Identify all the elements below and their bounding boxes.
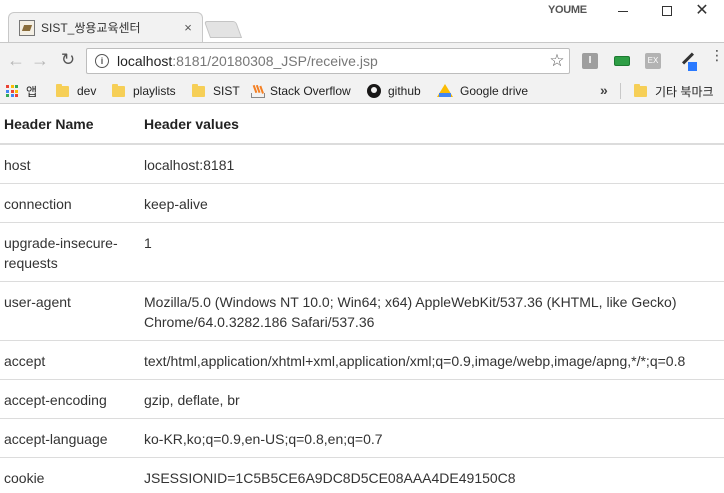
header-value-cell: text/html,application/xhtml+xml,applicat…	[140, 340, 724, 380]
header-name-cell: accept-language	[0, 418, 140, 458]
header-name-cell: accept	[0, 340, 140, 380]
bookmark-stackoverflow[interactable]: Stack Overflow	[250, 82, 351, 100]
folder-icon	[192, 83, 205, 97]
bookmarks-bar: 앱 dev playlists SIST Stack Overflow gith…	[0, 78, 724, 104]
table-header-row: Header Name Header values	[0, 105, 724, 145]
header-value-cell: Mozilla/5.0 (Windows NT 10.0; Win64; x64…	[140, 281, 724, 341]
bookmark-label: Google drive	[460, 84, 529, 98]
other-bookmarks-label: 기타 북마크	[655, 84, 714, 99]
header-name-cell: accept-encoding	[0, 379, 140, 419]
bookmark-label: github	[388, 84, 421, 98]
browser-toolbar: ← → ↻ i localhost:8181/20180308_JSP/rece…	[0, 42, 724, 78]
address-bar[interactable]: i localhost:8181/20180308_JSP/receive.js…	[86, 48, 570, 74]
bookmark-label: playlists	[133, 84, 176, 98]
headers-table: Header Name Header values host localhost…	[0, 105, 724, 493]
folder-icon	[56, 83, 69, 97]
column-header-name: Header Name	[0, 105, 140, 145]
header-value-cell: gzip, deflate, br	[140, 379, 724, 419]
table-row: user-agent Mozilla/5.0 (Windows NT 10.0;…	[0, 281, 724, 341]
header-name-cell: cookie	[0, 457, 140, 493]
new-tab-button[interactable]	[203, 21, 243, 38]
folder-icon	[112, 83, 125, 97]
minimize-icon	[618, 10, 628, 12]
extension-pen-icon[interactable]	[679, 51, 699, 71]
bookmark-google-drive[interactable]: Google drive	[437, 82, 528, 100]
maximize-icon	[662, 6, 672, 16]
url-path: :8181/20180308_JSP/receive.jsp	[172, 53, 378, 69]
bookmark-folder-dev[interactable]: dev	[56, 82, 96, 100]
more-bookmarks-chevron-icon[interactable]: »	[600, 82, 608, 98]
other-bookmarks-folder[interactable]: 기타 북마크	[634, 82, 714, 100]
folder-icon	[634, 83, 647, 97]
bookmark-label: dev	[77, 84, 97, 98]
header-value-cell: ko-KR,ko;q=0.9,en-US;q=0.8,en;q=0.7	[140, 418, 724, 458]
browser-menu-icon[interactable]: ⋮	[710, 48, 724, 62]
bookmark-apps[interactable]: 앱	[6, 82, 37, 100]
bookmark-star-icon[interactable]: ☆	[545, 51, 569, 71]
header-value-cell: JSESSIONID=1C5B5CE6A9DC8D5CE08AAA4DE4915…	[140, 457, 724, 493]
url-host: localhost	[117, 53, 173, 69]
tab-close-icon[interactable]: ×	[178, 20, 198, 35]
header-value-cell: 1	[140, 222, 724, 282]
bookmark-label: 앱	[26, 84, 38, 99]
reload-button[interactable]: ↻	[58, 51, 78, 71]
url-text[interactable]: localhost:8181/20180308_JSP/receive.jsp	[117, 53, 545, 69]
header-value-cell: localhost:8181	[144, 157, 235, 173]
back-button[interactable]: ←	[6, 51, 26, 71]
table-row: accept-encoding gzip, deflate, br	[0, 379, 724, 419]
bookmarks-divider	[620, 83, 621, 99]
bookmark-label: SIST	[213, 84, 240, 98]
column-header-values: Header values	[140, 105, 724, 145]
header-name-cell: user-agent	[0, 281, 140, 341]
tab-title: SIST_쌍용교육센터	[41, 21, 141, 35]
table-row: cookie JSESSIONID=1C5B5CE6A9DC8D5CE08AAA…	[0, 457, 724, 493]
site-favicon-icon	[19, 19, 35, 36]
table-row: host localhost:8181	[0, 144, 724, 184]
stackoverflow-icon	[250, 84, 265, 98]
table-row: accept text/html,application/xhtml+xml,a…	[0, 340, 724, 380]
extension-green-icon[interactable]	[614, 56, 630, 66]
bookmark-folder-playlists[interactable]: playlists	[112, 82, 176, 100]
minimize-button[interactable]	[601, 2, 645, 20]
extension-ex-icon[interactable]: EX	[645, 53, 661, 69]
table-row: connection keep-alive	[0, 183, 724, 223]
bookmark-github[interactable]: github	[367, 82, 421, 100]
bookmark-label: Stack Overflow	[270, 84, 351, 98]
forward-button[interactable]: →	[30, 51, 50, 71]
browser-tab[interactable]: SIST_쌍용교육센터 ×	[8, 12, 203, 42]
table-row: accept-language ko-KR,ko;q=0.9,en-US;q=0…	[0, 418, 724, 458]
apps-icon	[6, 85, 18, 97]
header-name-cell: upgrade-insecure-requests	[0, 222, 140, 282]
title-bar: SIST_쌍용교육센터 × YOUME ✕	[0, 0, 724, 42]
header-name-cell: host	[4, 157, 31, 173]
site-info-icon[interactable]: i	[95, 54, 109, 68]
bookmark-folder-sist[interactable]: SIST	[192, 82, 240, 100]
header-value-cell: keep-alive	[140, 183, 724, 223]
google-drive-icon	[437, 84, 453, 98]
header-name-cell: connection	[0, 183, 140, 223]
table-row: upgrade-insecure-requests 1	[0, 222, 724, 282]
profile-name[interactable]: YOUME	[548, 4, 587, 16]
extension-i-icon[interactable]: I	[582, 53, 598, 69]
page-content: Header Name Header values host localhost…	[0, 105, 724, 493]
close-window-button[interactable]: ✕	[680, 2, 724, 20]
github-icon	[367, 84, 381, 98]
